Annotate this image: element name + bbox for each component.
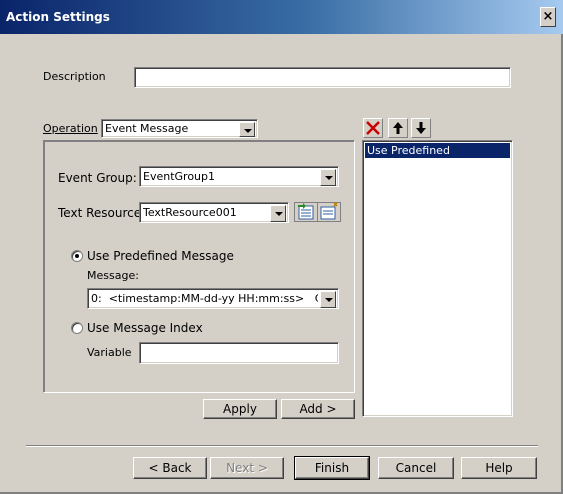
event-group-select[interactable]: EventGroup1 <box>139 166 339 187</box>
close-icon: × <box>542 9 554 24</box>
cancel-button-label: Cancel <box>395 461 437 475</box>
delete-button[interactable] <box>363 118 383 138</box>
message-index-radio[interactable] <box>71 322 83 334</box>
chevron-down-icon[interactable] <box>320 169 336 186</box>
resource-new-button[interactable] <box>317 202 341 222</box>
delete-x-icon <box>366 121 380 135</box>
finish-button[interactable]: Finish <box>294 456 370 480</box>
predefined-message-label[interactable]: Use Predefined Message <box>87 249 234 263</box>
message-label: Message: <box>87 269 139 282</box>
radio-selected-dot <box>75 254 79 258</box>
arrow-down-icon <box>416 122 426 134</box>
resource-new-icon <box>317 202 341 222</box>
close-button[interactable]: × <box>540 7 556 27</box>
operation-value: Event Message <box>105 122 189 135</box>
variable-label: Variable <box>87 346 132 359</box>
operation-label: Operation <box>43 122 98 135</box>
move-up-button[interactable] <box>388 118 408 138</box>
add-button-label: Add > <box>299 402 337 416</box>
event-group-label: Event Group: <box>58 171 137 185</box>
variable-input[interactable] <box>139 342 339 364</box>
description-input[interactable] <box>134 67 511 88</box>
operation-label-text: Operation <box>43 122 98 135</box>
add-button[interactable]: Add > <box>281 399 355 419</box>
message-select[interactable]: 0: <timestamp:MM-dd-yy HH:mm:ss> Current <box>87 288 339 309</box>
next-button-label: Next > <box>226 461 268 475</box>
window-title: Action Settings <box>6 10 110 24</box>
message-index-label[interactable]: Use Message Index <box>87 321 203 335</box>
finish-button-label: Finish <box>314 461 350 475</box>
back-button[interactable]: < Back <box>133 457 207 479</box>
apply-button[interactable]: Apply <box>203 399 277 419</box>
help-button[interactable]: Help <box>461 457 537 479</box>
arrow-up-icon <box>393 122 403 134</box>
chevron-down-icon[interactable] <box>270 205 286 222</box>
list-item[interactable]: Use Predefined Message[0] <box>365 143 510 172</box>
next-button[interactable]: Next > <box>210 457 284 479</box>
cancel-button[interactable]: Cancel <box>378 457 454 479</box>
back-button-label: < Back <box>148 461 192 475</box>
resource-edit-button[interactable] <box>294 202 318 222</box>
event-group-value: EventGroup1 <box>143 170 215 183</box>
help-button-label: Help <box>485 461 513 475</box>
operation-select[interactable]: Event Message <box>101 119 258 138</box>
footer-separator <box>26 445 538 447</box>
move-down-button[interactable] <box>411 118 431 138</box>
description-label: Description <box>43 70 106 83</box>
apply-button-label: Apply <box>223 402 257 416</box>
message-value: 0: <timestamp:MM-dd-yy HH:mm:ss> Current <box>91 292 318 305</box>
text-resource-label: Text Resource: <box>58 206 146 220</box>
resource-edit-icon <box>294 202 318 222</box>
action-listbox[interactable]: Use Predefined Message[0] <box>362 140 513 417</box>
text-resource-value: TextResource001 <box>143 206 237 219</box>
chevron-down-icon[interactable] <box>239 122 255 137</box>
chevron-down-icon[interactable] <box>320 291 336 308</box>
predefined-message-radio[interactable] <box>71 250 83 262</box>
text-resource-select[interactable]: TextResource001 <box>139 202 289 223</box>
